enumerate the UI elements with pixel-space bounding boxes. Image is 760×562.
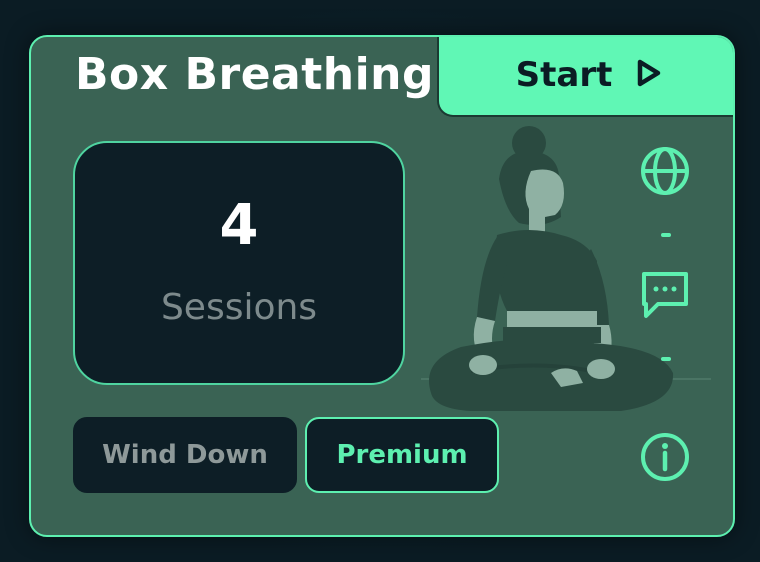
info-icon[interactable] [637,429,693,485]
chat-icon[interactable] [637,267,693,323]
separator-dash [661,233,671,237]
play-icon [636,58,662,92]
sessions-label: Sessions [160,287,318,328]
session-card[interactable]: Box Breathing Start 4 Sessions Wind Down… [29,35,735,537]
sessions-counter: 4 Sessions [73,141,405,385]
tag-wind-down[interactable]: Wind Down [73,417,297,493]
start-button[interactable]: Start [437,37,733,117]
sessions-count: 4 [219,193,259,258]
card-title: Box Breathing [75,49,434,100]
start-button-label: Start [515,55,613,95]
tag-premium[interactable]: Premium [305,417,499,493]
separator-dash [661,357,671,361]
globe-icon[interactable] [637,143,693,199]
